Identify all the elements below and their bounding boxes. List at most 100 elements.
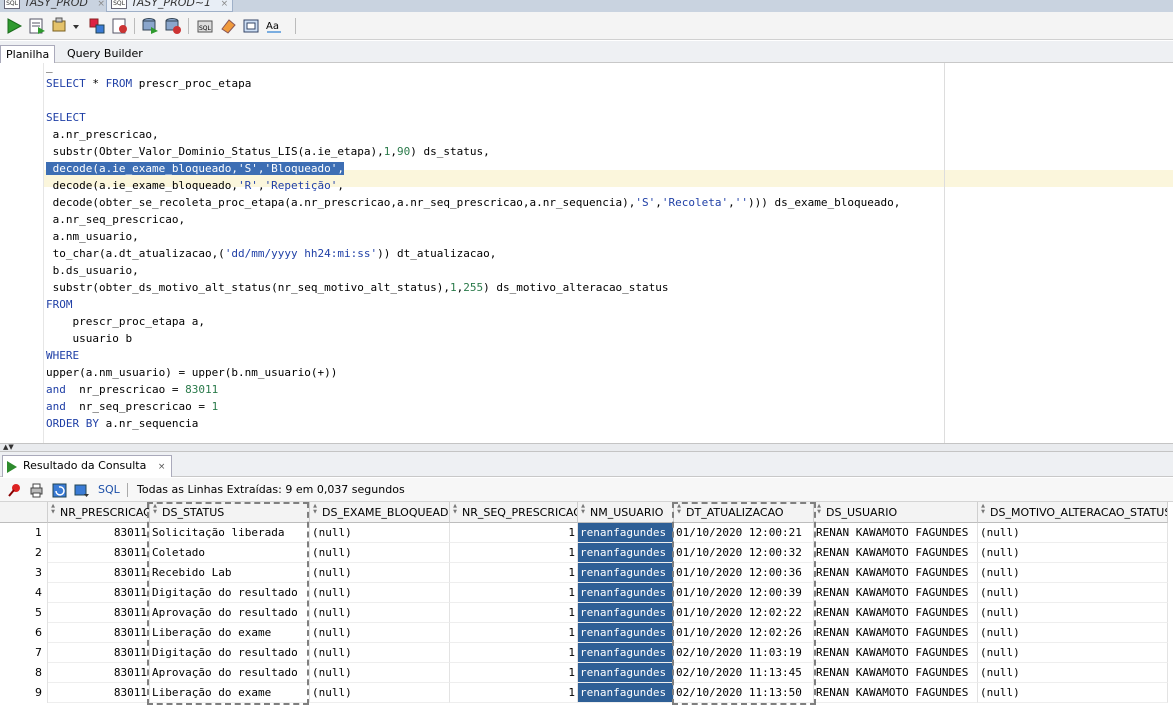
code-line[interactable]: usuario b bbox=[46, 330, 132, 347]
table-cell[interactable]: Digitação do resultado bbox=[150, 583, 310, 603]
commit-db-icon[interactable] bbox=[141, 17, 159, 35]
column-header[interactable]: ▲▼ DS_EXAME_BLOQUEADO bbox=[310, 502, 450, 523]
table-cell[interactable]: renanfagundes bbox=[578, 563, 674, 583]
table-cell[interactable]: RENAN KAWAMOTO FAGUNDES bbox=[814, 643, 978, 663]
table-cell[interactable]: 01/10/2020 12:02:22 bbox=[674, 603, 814, 623]
code-line[interactable]: decode(obter_se_recoleta_proc_etapa(a.nr… bbox=[46, 194, 901, 211]
table-cell[interactable]: renanfagundes bbox=[578, 663, 674, 683]
table-cell[interactable]: 01/10/2020 12:00:36 bbox=[674, 563, 814, 583]
table-cell[interactable]: (null) bbox=[978, 663, 1168, 683]
table-cell[interactable]: 1 bbox=[450, 683, 578, 703]
sql-history-icon[interactable]: SQL bbox=[196, 17, 214, 35]
rollback-db-icon[interactable] bbox=[164, 17, 182, 35]
table-cell[interactable]: (null) bbox=[310, 643, 450, 663]
row-number[interactable]: 2 bbox=[0, 543, 48, 563]
case-toggle-icon[interactable]: Aa bbox=[265, 17, 283, 35]
table-cell[interactable]: RENAN KAWAMOTO FAGUNDES bbox=[814, 583, 978, 603]
print-icon[interactable] bbox=[29, 483, 44, 498]
table-cell[interactable]: 83011 bbox=[48, 603, 150, 623]
table-cell[interactable]: (null) bbox=[978, 523, 1168, 543]
code-line[interactable]: substr(Obter_Valor_Dominio_Status_LIS(a.… bbox=[46, 143, 490, 160]
code-line[interactable]: ORDER BY a.nr_sequencia bbox=[46, 415, 198, 432]
code-line[interactable]: _ bbox=[46, 63, 53, 75]
sql-tuning-icon[interactable] bbox=[242, 17, 260, 35]
tab-worksheet[interactable]: Planilha bbox=[0, 45, 56, 63]
sql-link[interactable]: SQL bbox=[98, 482, 120, 498]
table-cell[interactable]: (null) bbox=[978, 543, 1168, 563]
column-header[interactable]: ▲▼ NM_USUARIO bbox=[578, 502, 674, 523]
table-cell[interactable]: (null) bbox=[310, 683, 450, 703]
table-cell[interactable]: (null) bbox=[978, 563, 1168, 583]
table-cell[interactable]: (null) bbox=[310, 663, 450, 683]
code-line[interactable]: a.nr_prescricao, bbox=[46, 126, 159, 143]
code-line[interactable]: SELECT * FROM prescr_proc_etapa bbox=[46, 75, 251, 92]
tab-query-builder[interactable]: Query Builder bbox=[62, 45, 148, 63]
row-number[interactable]: 5 bbox=[0, 603, 48, 623]
table-cell[interactable]: RENAN KAWAMOTO FAGUNDES bbox=[814, 563, 978, 583]
column-header[interactable]: ▲▼ NR_PRESCRICAO bbox=[48, 502, 150, 523]
table-cell[interactable]: 01/10/2020 12:00:32 bbox=[674, 543, 814, 563]
table-cell[interactable]: 83011 bbox=[48, 623, 150, 643]
collapse-arrows-icon[interactable]: ▲▼ bbox=[3, 443, 14, 451]
code-line[interactable]: decode(a.ie_exame_bloqueado,'R','Repetiç… bbox=[46, 177, 344, 194]
table-cell[interactable]: 1 bbox=[450, 623, 578, 643]
code-line[interactable]: decode(a.ie_exame_bloqueado,'S','Bloquea… bbox=[46, 160, 345, 177]
row-number[interactable]: 3 bbox=[0, 563, 48, 583]
table-cell[interactable]: 1 bbox=[450, 563, 578, 583]
table-cell[interactable]: Aprovação do resultado bbox=[150, 603, 310, 623]
table-cell[interactable]: 83011 bbox=[48, 523, 150, 543]
column-header[interactable]: ▲▼ NR_SEQ_PRESCRICAO bbox=[450, 502, 578, 523]
table-cell[interactable]: Digitação do resultado bbox=[150, 643, 310, 663]
table-cell[interactable]: RENAN KAWAMOTO FAGUNDES bbox=[814, 523, 978, 543]
code-line[interactable]: and nr_seq_prescricao = 1 bbox=[46, 398, 218, 415]
table-cell[interactable]: 01/10/2020 12:02:26 bbox=[674, 623, 814, 643]
table-cell[interactable]: RENAN KAWAMOTO FAGUNDES bbox=[814, 543, 978, 563]
code-line[interactable]: SELECT bbox=[46, 109, 86, 126]
code-line[interactable]: a.nm_usuario, bbox=[46, 228, 139, 245]
table-cell[interactable]: 83011 bbox=[48, 643, 150, 663]
table-cell[interactable]: 01/10/2020 12:00:39 bbox=[674, 583, 814, 603]
table-cell[interactable]: (null) bbox=[310, 563, 450, 583]
table-cell[interactable]: RENAN KAWAMOTO FAGUNDES bbox=[814, 683, 978, 703]
row-number[interactable]: 8 bbox=[0, 663, 48, 683]
table-cell[interactable]: 1 bbox=[450, 543, 578, 563]
table-cell[interactable]: 02/10/2020 11:13:45 bbox=[674, 663, 814, 683]
table-cell[interactable]: renanfagundes bbox=[578, 623, 674, 643]
table-cell[interactable]: (null) bbox=[978, 623, 1168, 643]
row-number[interactable]: 4 bbox=[0, 583, 48, 603]
row-number[interactable]: 7 bbox=[0, 643, 48, 663]
clear-eraser-icon[interactable] bbox=[219, 17, 237, 35]
table-cell[interactable]: RENAN KAWAMOTO FAGUNDES bbox=[814, 623, 978, 643]
table-cell[interactable]: 1 bbox=[450, 643, 578, 663]
table-cell[interactable]: 83011 bbox=[48, 683, 150, 703]
table-cell[interactable]: Coletado bbox=[150, 543, 310, 563]
panel-splitter[interactable]: ▲▼ bbox=[0, 443, 1173, 452]
run-script-icon[interactable] bbox=[28, 17, 46, 35]
chevron-down-icon[interactable] bbox=[71, 17, 81, 35]
results-grid[interactable]: ▲▼ NR_PRESCRICAO ▲▼ DS_STATUS ▲▼ DS_EXAME_BLO… bbox=[0, 502, 1173, 705]
autotrace-icon[interactable] bbox=[111, 17, 129, 35]
table-cell[interactable]: renanfagundes bbox=[578, 683, 674, 703]
table-cell[interactable]: renanfagundes bbox=[578, 523, 674, 543]
run-statement-icon[interactable] bbox=[5, 17, 23, 35]
table-cell[interactable]: RENAN KAWAMOTO FAGUNDES bbox=[814, 663, 978, 683]
table-cell[interactable]: (null) bbox=[978, 643, 1168, 663]
doc-tab-tasy-prod[interactable]: SQL TASY_PROD × bbox=[0, 0, 109, 12]
table-cell[interactable]: 1 bbox=[450, 663, 578, 683]
table-cell[interactable]: 1 bbox=[450, 523, 578, 543]
column-header[interactable]: ▲▼ DS_USUARIO bbox=[814, 502, 978, 523]
column-header[interactable]: ▲▼ DS_STATUS bbox=[150, 502, 310, 523]
table-cell[interactable]: renanfagundes bbox=[578, 583, 674, 603]
close-icon[interactable]: × bbox=[158, 462, 166, 472]
table-cell[interactable]: (null) bbox=[978, 583, 1168, 603]
table-cell[interactable]: 02/10/2020 11:03:19 bbox=[674, 643, 814, 663]
table-cell[interactable]: 1 bbox=[450, 603, 578, 623]
row-number[interactable]: 1 bbox=[0, 523, 48, 543]
table-cell[interactable]: (null) bbox=[310, 583, 450, 603]
table-cell[interactable]: 01/10/2020 12:00:21 bbox=[674, 523, 814, 543]
table-cell[interactable]: 1 bbox=[450, 583, 578, 603]
table-cell[interactable]: 83011 bbox=[48, 663, 150, 683]
sql-editor[interactable]: _ SELECT * FROM prescr_proc_etapa SELECT a… bbox=[0, 63, 1173, 443]
table-cell[interactable]: Liberação do exame bbox=[150, 623, 310, 643]
table-cell[interactable]: (null) bbox=[978, 683, 1168, 703]
